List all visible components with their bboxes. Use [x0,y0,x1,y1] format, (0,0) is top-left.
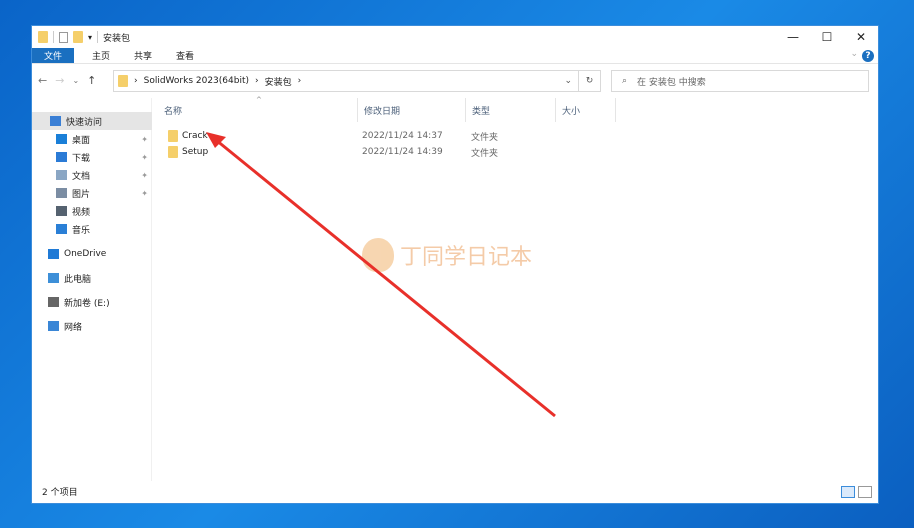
arrow-shaft [215,138,556,418]
red-arrow-annotation [206,132,556,418]
